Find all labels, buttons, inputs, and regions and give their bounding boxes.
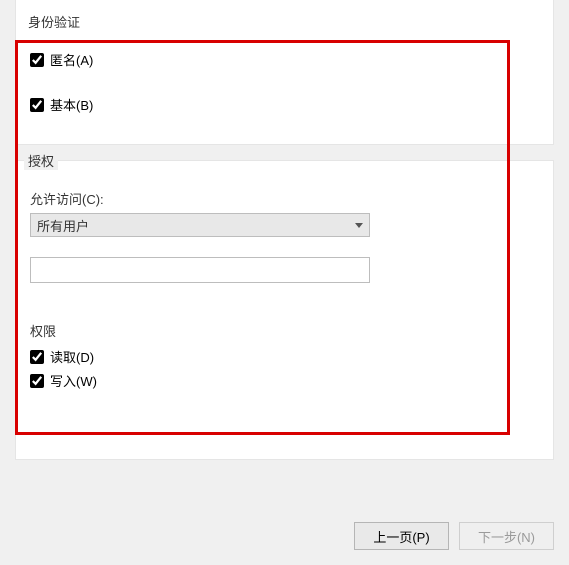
authentication-legend: 身份验证 [24, 12, 84, 31]
wizard-buttons: 上一页(P) 下一步(N) [354, 522, 554, 550]
basic-checkbox[interactable] [30, 98, 44, 112]
allow-access-label: 允许访问(C): [30, 189, 104, 208]
anonymous-row: 匿名(A) [30, 50, 93, 69]
basic-label: 基本(B) [50, 95, 93, 114]
allow-access-selected: 所有用户 [37, 216, 89, 235]
authorization-legend: 授权 [24, 151, 58, 170]
specific-users-input[interactable] [30, 257, 370, 283]
authorization-group: 授权 允许访问(C): 所有用户 权限 读取(D) 写入(W) [15, 160, 554, 460]
permissions-legend: 权限 [30, 321, 56, 340]
prev-button[interactable]: 上一页(P) [354, 522, 449, 550]
write-row: 写入(W) [30, 371, 97, 390]
read-label: 读取(D) [50, 347, 94, 366]
write-label: 写入(W) [50, 371, 97, 390]
read-row: 读取(D) [30, 347, 94, 366]
read-checkbox[interactable] [30, 350, 44, 364]
allow-access-dropdown[interactable]: 所有用户 [30, 213, 370, 237]
chevron-down-icon [355, 223, 363, 228]
anonymous-label: 匿名(A) [50, 50, 93, 69]
anonymous-checkbox[interactable] [30, 53, 44, 67]
next-button: 下一步(N) [459, 522, 554, 550]
authentication-group: 身份验证 匿名(A) 基本(B) [15, 0, 554, 145]
basic-row: 基本(B) [30, 95, 93, 114]
write-checkbox[interactable] [30, 374, 44, 388]
